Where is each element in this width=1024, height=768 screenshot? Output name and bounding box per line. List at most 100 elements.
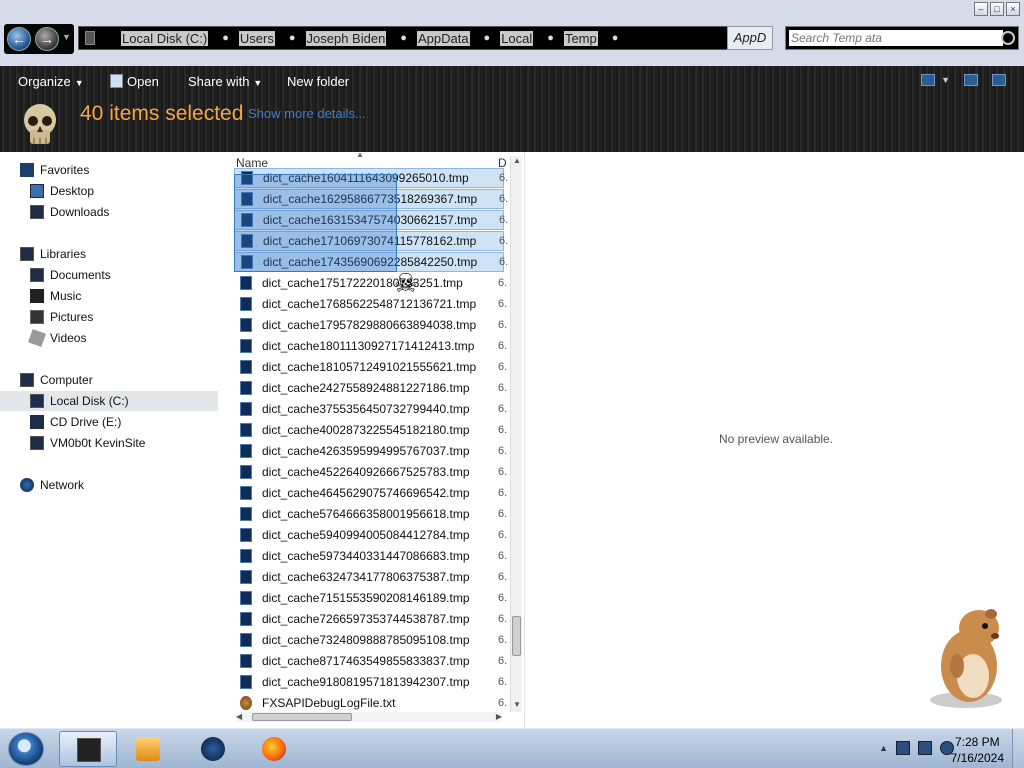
- tmp-file-icon: [240, 444, 252, 458]
- start-button[interactable]: [8, 732, 44, 766]
- file-row[interactable]: dict_cache1795782988066389403​8.tmp 6.: [234, 315, 507, 335]
- sidebar-item-documents[interactable]: Documents: [30, 265, 248, 285]
- favorites-star-icon: [20, 163, 34, 177]
- minimize-button[interactable]: –: [974, 2, 988, 16]
- horizontal-scrollbar[interactable]: ◀ ▶: [236, 712, 502, 722]
- network-globe-icon: [20, 478, 34, 492]
- close-button[interactable]: ×: [1006, 2, 1020, 16]
- new-folder-label: New folder: [287, 74, 350, 89]
- sidebar-item-network[interactable]: Network: [20, 475, 238, 495]
- file-row[interactable]: dict_cache9180819571813942307.tmp 6.: [234, 672, 507, 692]
- breadcrumb-separator-icon[interactable]: ●: [612, 32, 619, 44]
- new-folder-button[interactable]: New folder: [287, 74, 349, 89]
- window-controls: – □ ×: [974, 2, 1020, 16]
- show-more-details-link[interactable]: Show more details...: [248, 106, 366, 121]
- file-row[interactable]: dict_cache1768562254871213672​1.tmp 6.: [234, 294, 507, 314]
- chevron-down-icon: ▼: [253, 78, 263, 88]
- file-row[interactable]: dict_cache5764666358001956618.tmp 6.: [234, 504, 507, 524]
- sidebar-item-libraries[interactable]: Libraries: [20, 244, 238, 264]
- breadcrumb-separator-icon[interactable]: ●: [222, 32, 229, 44]
- file-date: 6.: [498, 466, 508, 478]
- breadcrumb-separator-icon[interactable]: ●: [484, 32, 491, 44]
- security-shield-icon[interactable]: [896, 741, 910, 755]
- forward-button[interactable]: →: [35, 27, 59, 51]
- breadcrumb-user[interactable]: Joseph Biden ●: [305, 30, 407, 46]
- breadcrumb-separator-icon[interactable]: ●: [547, 32, 554, 44]
- taskbar-globe-app[interactable]: [184, 731, 242, 767]
- file-row[interactable]: dict_cache2427558924881227186.tmp 6.: [234, 378, 507, 398]
- organize-menu[interactable]: Organize ▼: [18, 74, 84, 89]
- sidebar-item-favorites[interactable]: Favorites: [20, 160, 238, 180]
- search-icon[interactable]: [1001, 31, 1015, 45]
- scroll-thumb[interactable]: [512, 616, 521, 656]
- breadcrumb-users[interactable]: Users ●: [238, 30, 296, 46]
- file-row[interactable]: dict_cache4522640926667525783.tmp 6.: [234, 462, 508, 482]
- file-row[interactable]: dict_cache4002873225545182180.tmp 6.: [234, 420, 507, 440]
- breadcrumb-temp[interactable]: Temp ●: [563, 30, 619, 46]
- share-with-menu[interactable]: Share with ▼: [188, 74, 262, 89]
- sidebar-item-computer[interactable]: Computer: [20, 370, 238, 390]
- breadcrumb-local-disk[interactable]: Local Disk (C:) ●: [121, 30, 229, 46]
- sidebar-item-videos[interactable]: Videos: [28, 328, 248, 348]
- show-hidden-icons-icon[interactable]: ▲: [879, 743, 888, 753]
- recent-pages-dropdown[interactable]: ▼: [62, 32, 71, 42]
- file-row[interactable]: dict_cache5940994005084412784.tmp 6.: [234, 525, 507, 545]
- change-view-icon[interactable]: [921, 74, 936, 86]
- documents-icon: [30, 268, 44, 282]
- breadcrumb-local[interactable]: Local ●: [500, 30, 554, 46]
- address-bar[interactable]: Local Disk (C:) ● Users ● Joseph Biden ● Ap…: [78, 26, 728, 50]
- file-name: dict_cache7266597353744538787.tmp: [262, 612, 470, 626]
- vertical-scrollbar[interactable]: ▲ ▼: [510, 156, 522, 712]
- back-button[interactable]: ←: [7, 27, 31, 51]
- sidebar-item-vm-site[interactable]: VM0b0t KevinSite: [30, 433, 248, 453]
- open-button[interactable]: Open: [110, 74, 159, 89]
- file-row[interactable]: dict_cache8717463549855833837.tmp 6.: [234, 651, 507, 671]
- search-input[interactable]: [789, 30, 1003, 46]
- file-row[interactable]: dict_cache7266597353744538787.tmp 6.: [234, 609, 507, 629]
- chevron-down-icon[interactable]: ▼: [941, 75, 950, 85]
- taskbar-explorer[interactable]: [59, 731, 117, 767]
- file-row[interactable]: dict_cache3755356450732799440.tmp 6.: [234, 399, 507, 419]
- scroll-up-icon[interactable]: ▲: [513, 156, 521, 165]
- sidebar-item-music[interactable]: Music: [30, 286, 248, 306]
- file-date: 6.: [498, 634, 508, 646]
- file-row[interactable]: FXSAPIDebugLogFile.txt 6.: [234, 693, 508, 713]
- file-row[interactable]: dict_cache1810571249102155562​1.tmp 6.: [234, 357, 507, 377]
- hard-drive-icon: [30, 394, 44, 408]
- breadcrumb-appdata[interactable]: AppData ●: [416, 30, 491, 46]
- scroll-right-icon[interactable]: ▶: [496, 712, 502, 721]
- sidebar-item-cd-drive[interactable]: CD Drive (E:): [30, 412, 248, 432]
- sidebar-item-pictures[interactable]: Pictures: [30, 307, 248, 327]
- show-desktop-button[interactable]: [1012, 729, 1024, 768]
- file-row[interactable]: dict_cache1751722201807332​51.tmp 6.: [234, 273, 507, 293]
- file-date: 6.: [498, 697, 508, 709]
- firefox-icon: [262, 737, 286, 761]
- address-refresh-button[interactable]: AppD: [727, 26, 773, 50]
- sidebar-item-local-disk[interactable]: Local Disk (C:): [0, 391, 218, 411]
- sidebar-item-downloads[interactable]: Downloads: [30, 202, 248, 222]
- file-row[interactable]: dict_cache6324734177806375387.tmp 6.: [234, 567, 507, 587]
- clock[interactable]: 7:28 PM 7/16/2024: [951, 734, 1004, 766]
- help-icon[interactable]: [992, 74, 1006, 86]
- sidebar-item-desktop[interactable]: Desktop: [30, 181, 248, 201]
- maximize-button[interactable]: □: [990, 2, 1004, 16]
- file-row[interactable]: dict_cache7151553590208146189.tmp 6.: [234, 588, 507, 608]
- file-row[interactable]: dict_cache7324809888785095108.tmp 6.: [234, 630, 508, 650]
- scroll-left-icon[interactable]: ◀: [236, 712, 242, 721]
- search-box[interactable]: [785, 26, 1019, 50]
- breadcrumb-separator-icon[interactable]: ●: [289, 32, 296, 44]
- network-status-icon[interactable]: [918, 741, 932, 755]
- file-row[interactable]: dict_cache4645629075746696542.tmp 6.: [234, 483, 507, 503]
- file-row[interactable]: dict_cache5973440331447086683.tmp 6.: [234, 546, 507, 566]
- tmp-file-icon: [240, 297, 252, 311]
- file-name: dict_cache4522640926667525783.tmp: [262, 465, 470, 479]
- preview-pane-icon[interactable]: [964, 74, 978, 86]
- taskbar-media-player[interactable]: [119, 731, 177, 767]
- file-row[interactable]: dict_cache4263595994995767037.tmp 6.: [234, 441, 507, 461]
- taskbar-firefox[interactable]: [245, 731, 303, 767]
- file-row[interactable]: dict_cache1801113092717141241​3.tmp 6.: [234, 336, 507, 356]
- scroll-down-icon[interactable]: ▼: [513, 700, 521, 709]
- file-name: dict_cache6324734177806375387.tmp: [262, 570, 470, 584]
- scroll-thumb[interactable]: [252, 713, 352, 721]
- breadcrumb-separator-icon[interactable]: ●: [400, 32, 407, 44]
